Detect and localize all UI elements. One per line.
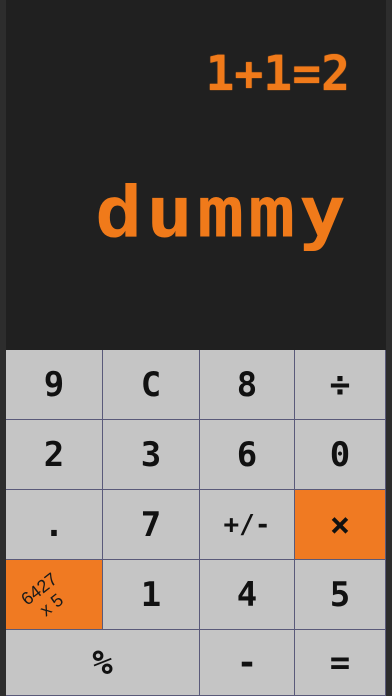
result-readout: dummy <box>95 172 350 254</box>
key-0[interactable]: 0 <box>295 420 386 490</box>
key-8[interactable]: 8 <box>200 350 295 420</box>
key-clear[interactable]: C <box>103 350 200 420</box>
key-3[interactable]: 3 <box>103 420 200 490</box>
key-minus[interactable]: - <box>200 630 295 696</box>
key-5[interactable]: 5 <box>295 560 386 630</box>
key-9[interactable]: 9 <box>6 350 103 420</box>
calculator-app: 1+1=2 dummy 9 C 8 ÷ 2 3 6 0 . 7 +/- × 64… <box>0 0 392 696</box>
key-multiply[interactable]: × <box>295 490 386 560</box>
key-plus-minus[interactable]: +/- <box>200 490 295 560</box>
key-equals[interactable]: = <box>295 630 386 696</box>
key-7[interactable]: 7 <box>103 490 200 560</box>
key-4[interactable]: 4 <box>200 560 295 630</box>
key-divide[interactable]: ÷ <box>295 350 386 420</box>
key-percent[interactable]: % <box>6 630 200 696</box>
display-panel: 1+1=2 dummy <box>6 0 386 350</box>
key-1[interactable]: 1 <box>103 560 200 630</box>
promo-key-6427x5[interactable]: 6427 x 5 <box>6 560 103 630</box>
promo-label: 6427 x 5 <box>2 557 90 638</box>
keypad: 9 C 8 ÷ 2 3 6 0 . 7 +/- × 6427 x 5 1 4 5… <box>6 350 386 696</box>
plus-minus-label: +/- <box>223 509 271 540</box>
key-6[interactable]: 6 <box>200 420 295 490</box>
expression-readout: 1+1=2 <box>205 46 351 102</box>
key-decimal[interactable]: . <box>6 490 103 560</box>
key-2[interactable]: 2 <box>6 420 103 490</box>
